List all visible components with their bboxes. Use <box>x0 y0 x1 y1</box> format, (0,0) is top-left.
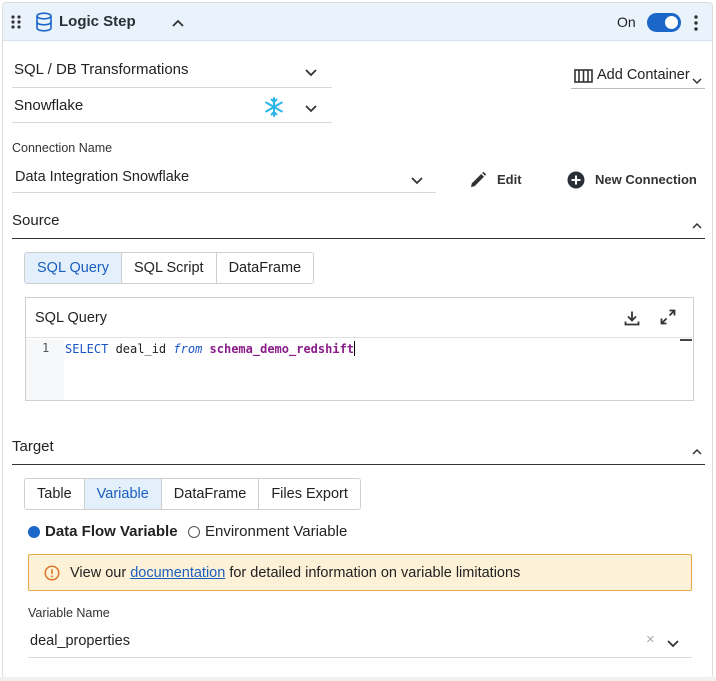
tab-table[interactable]: Table <box>25 479 85 509</box>
tab-sql-script[interactable]: SQL Script <box>122 253 217 283</box>
source-tabs: SQL Query SQL Script DataFrame <box>24 252 315 284</box>
banner-prefix: View our <box>70 565 131 581</box>
line-number: 1 <box>42 341 50 355</box>
variable-name-value: deal_properties <box>30 633 130 649</box>
fullscreen-icon[interactable] <box>660 309 676 328</box>
connection-select[interactable]: Data Integration Snowflake <box>12 161 436 193</box>
source-section-title: Source <box>12 212 60 229</box>
new-connection-button[interactable]: New Connection <box>567 170 697 190</box>
connection-name-label: Connection Name <box>12 141 113 155</box>
clear-icon[interactable]: × <box>646 631 655 648</box>
banner-suffix: for detailed information on variable lim… <box>225 565 521 581</box>
sql-keyword: SELECT <box>65 342 109 356</box>
connection-select-value: Data Integration Snowflake <box>15 169 190 185</box>
tab-variable[interactable]: Variable <box>84 479 162 509</box>
sql-table: schema_demo_redshift <box>202 342 355 356</box>
transformation-select[interactable]: SQL / DB Transformations <box>12 53 332 88</box>
divider <box>12 464 705 465</box>
chevron-up-icon[interactable] <box>692 442 702 458</box>
add-circle-icon <box>567 171 585 192</box>
add-container-label: Add Container <box>597 67 690 83</box>
page-footer-strip <box>0 677 716 681</box>
info-banner: View our documentation for detailed info… <box>28 554 692 591</box>
documentation-link[interactable]: documentation <box>130 565 225 581</box>
radio-label-data-flow[interactable]: Data Flow Variable <box>45 523 178 540</box>
logic-step-card: Logic Step On SQL / DB Transformations S… <box>2 2 713 679</box>
sql-editor[interactable]: SQL Query 1 SELECT deal_id from schema_d… <box>25 297 694 401</box>
tab-dataframe[interactable]: DataFrame <box>161 479 260 509</box>
chevron-up-icon[interactable] <box>171 15 185 31</box>
chevron-down-icon[interactable] <box>666 636 680 652</box>
chevron-down-icon <box>692 72 702 88</box>
tab-sql-query[interactable]: SQL Query <box>25 253 122 283</box>
target-section-title: Target <box>12 438 54 455</box>
editor-header: SQL Query <box>26 298 693 338</box>
tab-dataframe[interactable]: DataFrame <box>216 253 314 283</box>
chevron-up-icon[interactable] <box>692 216 702 232</box>
sql-keyword: from <box>173 342 203 356</box>
toggle-knob <box>665 16 678 29</box>
pencil-icon <box>469 171 487 192</box>
editor-scrollbar[interactable] <box>680 339 692 341</box>
download-icon[interactable] <box>624 310 640 329</box>
columns-icon <box>574 69 593 86</box>
warning-circle-icon <box>44 565 60 584</box>
editor-title: SQL Query <box>35 310 107 326</box>
variable-name-select[interactable]: deal_properties × <box>28 624 692 658</box>
transformation-select-value: SQL / DB Transformations <box>14 61 189 78</box>
database-icon <box>35 12 53 35</box>
edit-label: Edit <box>497 172 522 187</box>
radio-environment-variable[interactable] <box>188 526 200 538</box>
radio-data-flow-variable[interactable] <box>28 526 40 538</box>
line-gutter: 1 <box>26 339 64 400</box>
step-header: Logic Step On <box>3 3 712 41</box>
variable-name-label: Variable Name <box>28 606 110 620</box>
divider <box>12 238 705 239</box>
radio-label-environment[interactable]: Environment Variable <box>205 523 347 540</box>
toggle-label: On <box>617 14 636 30</box>
step-title: Logic Step <box>59 13 136 30</box>
database-select-value: Snowflake <box>14 97 84 114</box>
snowflake-icon <box>263 96 285 121</box>
chevron-down-icon <box>410 173 424 189</box>
chevron-down-icon <box>304 65 318 81</box>
more-options-icon[interactable] <box>693 14 699 35</box>
new-connection-label: New Connection <box>595 172 697 187</box>
add-container-button[interactable]: Add Container <box>571 61 705 89</box>
code-line[interactable]: SELECT deal_id from schema_demo_redshift <box>65 341 356 356</box>
sql-column: deal_id <box>108 342 174 356</box>
enable-toggle[interactable] <box>647 13 681 32</box>
text-cursor <box>354 341 356 356</box>
chevron-down-icon <box>304 101 318 117</box>
drag-handle-icon[interactable] <box>10 14 22 30</box>
target-tabs: Table Variable DataFrame Files Export <box>24 478 361 510</box>
tab-files-export[interactable]: Files Export <box>259 479 360 509</box>
database-select[interactable]: Snowflake <box>12 89 332 123</box>
info-banner-text: View our documentation for detailed info… <box>70 565 520 581</box>
